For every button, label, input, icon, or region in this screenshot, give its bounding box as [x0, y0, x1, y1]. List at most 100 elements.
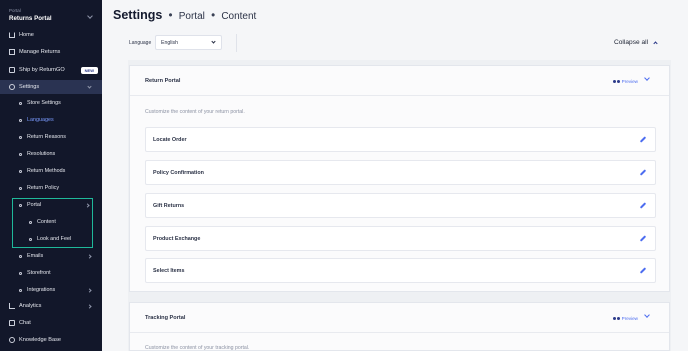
bullet-icon	[19, 288, 22, 292]
content-row-select-items[interactable]: Select Items	[145, 258, 656, 283]
chevron-down-icon[interactable]	[644, 75, 650, 81]
sub-item-label: Return Reasons	[27, 134, 66, 140]
collapse-all-button[interactable]: Collapse all	[614, 39, 648, 46]
chat-icon	[9, 320, 15, 326]
nav-settings[interactable]: Settings	[0, 80, 102, 94]
returns-icon	[9, 49, 15, 55]
language-select-value: English	[161, 40, 179, 46]
bullet-icon	[19, 152, 22, 156]
chevron-right-icon	[87, 303, 92, 309]
chevron-down-icon[interactable]	[644, 312, 650, 318]
chevron-right-icon	[87, 253, 92, 259]
bullet-icon	[19, 135, 22, 139]
sub-item-storefront[interactable]: Storefront	[0, 267, 102, 279]
row-label: Gift Returns	[153, 203, 185, 209]
new-badge: NEW	[80, 66, 98, 74]
bullet-icon	[19, 203, 22, 207]
sub-item-label: Look and Feel	[37, 236, 72, 242]
nav-manage-returns-label: Manage Returns	[19, 49, 61, 55]
row-label: Locate Order	[153, 137, 187, 143]
divider	[236, 34, 237, 52]
bullet-icon	[19, 101, 22, 105]
nav-settings-label: Settings	[19, 84, 40, 90]
store-switcher-label: Portal	[9, 8, 21, 13]
sub-item-integrations[interactable]: Integrations	[0, 284, 102, 296]
binoculars-icon[interactable]	[613, 78, 620, 84]
breadcrumb: Settings • Portal • Content	[113, 8, 256, 22]
sub-item-return-policy[interactable]: Return Policy	[0, 182, 102, 194]
sub-item-store-settings[interactable]: Store Settings	[0, 97, 102, 109]
breadcrumb-content: Content	[221, 11, 257, 22]
sub-item-return-methods[interactable]: Return Methods	[0, 165, 102, 177]
pencil-icon[interactable]	[639, 267, 647, 274]
bullet-icon	[29, 237, 32, 241]
store-switcher[interactable]: Portal Returns Portal	[9, 8, 97, 22]
home-icon	[9, 32, 15, 38]
content-row-gift-returns[interactable]: Gift Returns	[145, 193, 656, 218]
breadcrumb-portal[interactable]: Portal	[179, 11, 205, 22]
gear-icon	[9, 84, 15, 90]
sub-item-label: Return Methods	[27, 168, 66, 174]
panel-description: Customize the content of your tracking p…	[145, 345, 250, 351]
chevron-up-icon[interactable]	[653, 41, 658, 46]
sub-item-label: Languages	[27, 117, 54, 123]
nav-knowledge-base-label: Knowledge Base	[19, 337, 61, 343]
pencil-icon[interactable]	[639, 136, 647, 143]
bullet-icon	[19, 186, 22, 190]
bullet-icon	[19, 271, 22, 275]
panel-description: Customize the content of your return por…	[145, 109, 245, 115]
nav-ship[interactable]: Ship by ReturnGO NEW	[0, 63, 102, 77]
store-name: Returns Portal	[9, 15, 52, 22]
sub-item-look-and-feel[interactable]: Look and Feel	[0, 233, 102, 245]
panel-title: Return Portal	[145, 78, 181, 84]
pencil-icon[interactable]	[639, 202, 647, 209]
nav-chat[interactable]: Chat	[0, 316, 102, 330]
breadcrumb-separator: •	[168, 10, 173, 22]
preview-link[interactable]: Preview	[622, 316, 638, 321]
pencil-icon[interactable]	[639, 235, 647, 242]
return-portal-header[interactable]: Return Portal Preview	[130, 66, 669, 96]
pencil-icon[interactable]	[639, 169, 647, 176]
tracking-portal-header[interactable]: Tracking Portal Preview	[130, 303, 669, 333]
bullet-icon	[19, 254, 22, 258]
chevron-right-icon	[87, 287, 92, 293]
sub-item-label: Content	[37, 219, 56, 225]
page-title: Settings	[113, 8, 163, 22]
sub-item-label: Resolutions	[27, 151, 56, 157]
nav-manage-returns[interactable]: Manage Returns	[0, 45, 102, 59]
nav-home[interactable]: Home	[0, 28, 102, 42]
language-select[interactable]: English	[155, 35, 222, 50]
sub-item-emails[interactable]: Emails	[0, 250, 102, 262]
tracking-portal-panel: Tracking Portal Preview Customize the co…	[129, 302, 670, 351]
sub-item-languages[interactable]: Languages	[0, 114, 102, 126]
bullet-icon	[19, 118, 22, 122]
content-row-locate-order[interactable]: Locate Order	[145, 127, 656, 152]
content-row-policy-confirmation[interactable]: Policy Confirmation	[145, 160, 656, 185]
sub-item-label: Emails	[27, 253, 44, 259]
nav-ship-label: Ship by ReturnGO	[19, 67, 65, 73]
breadcrumb-separator: •	[211, 10, 216, 22]
truck-icon	[9, 67, 15, 73]
nav-analytics[interactable]: Analytics	[0, 299, 102, 313]
analytics-icon	[9, 303, 15, 309]
content-row-product-exchange[interactable]: Product Exchange	[145, 226, 656, 251]
preview-link[interactable]: Preview	[622, 79, 638, 84]
return-portal-panel: Return Portal Preview Customize the cont…	[129, 65, 670, 292]
sidebar: Portal Returns Portal Home Manage Return…	[0, 0, 102, 351]
nav-home-label: Home	[19, 32, 34, 38]
bullet-icon	[19, 169, 22, 173]
sub-item-label: Integrations	[27, 287, 56, 293]
sub-item-label: Return Policy	[27, 185, 60, 191]
help-icon	[9, 337, 15, 343]
nav-knowledge-base[interactable]: Knowledge Base	[0, 333, 102, 347]
chevron-right-icon	[85, 202, 90, 208]
row-label: Product Exchange	[153, 236, 201, 242]
sub-item-label: Storefront	[27, 270, 51, 276]
sub-item-return-reasons[interactable]: Return Reasons	[0, 131, 102, 143]
nav-chat-label: Chat	[19, 320, 31, 326]
sub-item-content[interactable]: Content	[0, 216, 102, 228]
sub-item-resolutions[interactable]: Resolutions	[0, 148, 102, 160]
bullet-icon	[29, 220, 32, 224]
sub-item-portal[interactable]: Portal	[0, 199, 102, 211]
binoculars-icon[interactable]	[613, 315, 620, 321]
